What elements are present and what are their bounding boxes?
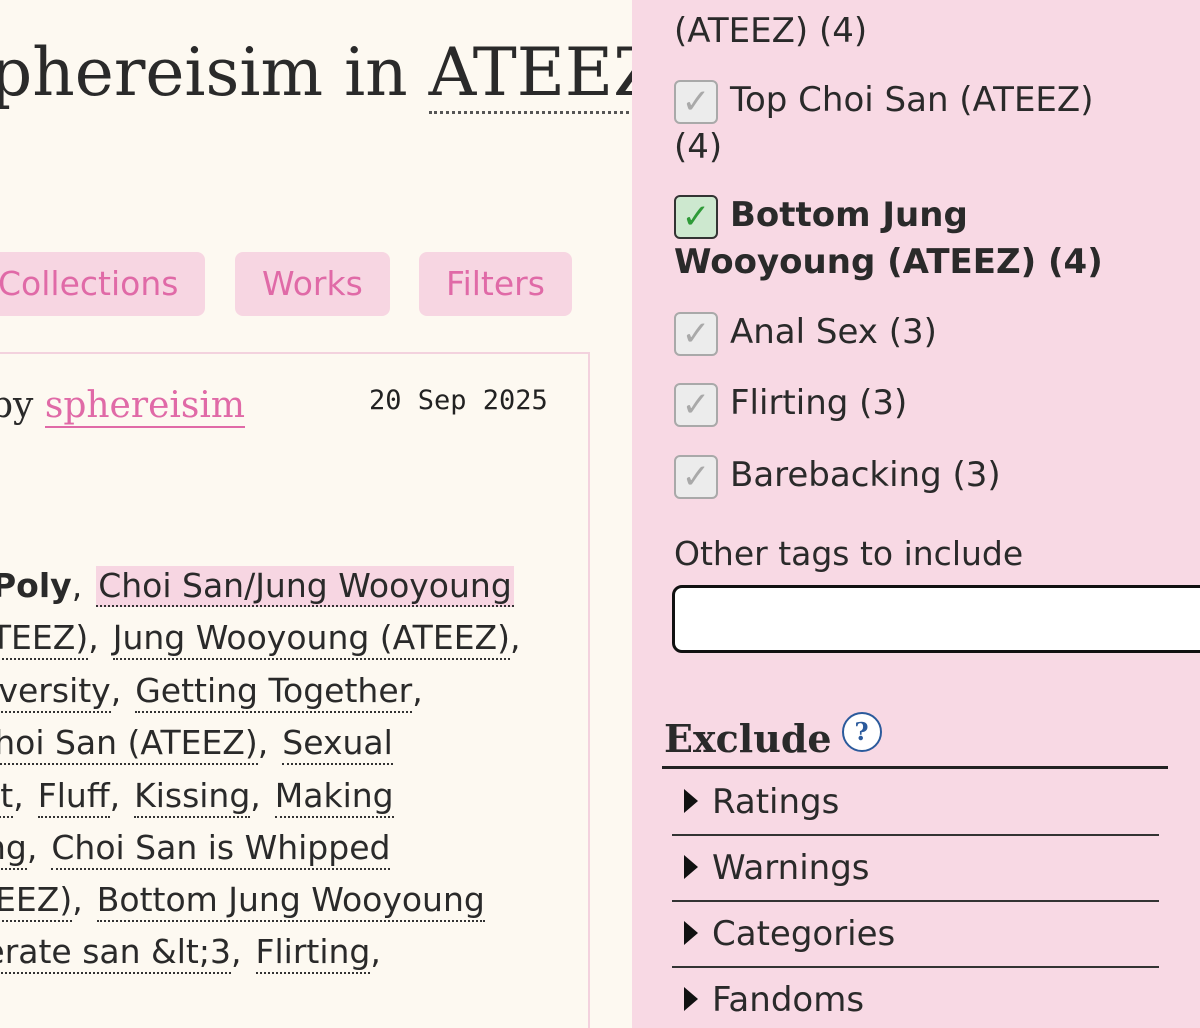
work-tag[interactable]: Top Choi San (ATEEZ)	[0, 723, 258, 765]
include-tag-option[interactable]: ✓ Top Choi San (ATEEZ)	[674, 77, 1093, 124]
exclude-section-label: Fandoms	[712, 980, 865, 1020]
tag-separator: ,	[71, 566, 83, 605]
filters-button[interactable]: Filters	[419, 252, 572, 316]
include-tag-label: Wooyoung (ATEEZ) (4)	[674, 242, 1103, 282]
work-tag[interactable]: desperate san &lt;3	[0, 932, 231, 974]
exclude-section-warnings[interactable]: Warnings	[672, 836, 1159, 902]
tag-separator: ,	[412, 671, 423, 710]
checkbox-icon[interactable]: ✓	[674, 311, 718, 356]
include-tag-label: (4)	[674, 127, 723, 167]
work-tag[interactable]: Jung Wooyoung (ATEEZ)	[112, 618, 511, 660]
fandom-link[interactable]: ATEEZ	[428, 34, 632, 114]
work-tag[interactable]: Sexual	[282, 723, 393, 765]
tag-separator: ,	[88, 618, 99, 657]
collections-button[interactable]: Collections	[0, 252, 206, 316]
exclude-section-fandoms[interactable]: Fandoms	[672, 968, 1159, 1028]
disclosure-triangle-icon	[684, 920, 698, 945]
page-heading: phereisim in ATEEZ	[0, 28, 632, 118]
tag-line: Flirting, Choi San is Whipped	[0, 825, 391, 871]
include-tag-option: (4)	[674, 124, 722, 170]
include-tag-label: (ATEEZ) (4)	[674, 11, 868, 51]
work-tag[interactable]: College/University	[0, 671, 111, 713]
works-listing-pane: phereisim in ATEEZ Collections Works Fil…	[0, 0, 632, 1028]
tag-separator: ,	[510, 618, 521, 657]
tag-separator: ,	[110, 671, 122, 710]
disclosure-triangle-icon	[684, 788, 698, 813]
work-tag[interactable]: Content	[0, 776, 14, 818]
tag-separator: ,	[250, 776, 261, 815]
exclude-section-categories[interactable]: Categories	[672, 902, 1159, 968]
exclude-section-label: Categories	[712, 914, 896, 954]
exclude-section-ratings[interactable]: Ratings	[672, 770, 1159, 836]
exclude-section-label: Ratings	[712, 782, 840, 822]
checkbox-icon[interactable]: ✓	[674, 382, 718, 427]
checkbox-icon[interactable]: ✓	[674, 79, 718, 124]
work-tag[interactable]: Flirting	[0, 828, 27, 870]
other-tags-label: Other tags to include	[674, 534, 1024, 573]
tag-line: desperate san &lt;3,Flirting,	[0, 929, 381, 975]
author-link[interactable]: sphereisim	[44, 385, 246, 428]
include-tag-label: Barebacking (3)	[730, 455, 1001, 495]
disclosure-triangle-icon	[684, 986, 698, 1011]
exclude-divider	[662, 766, 1168, 769]
other-tags-input[interactable]	[672, 585, 1200, 653]
include-tag-option[interactable]: ✓ Bottom Jung	[674, 192, 968, 239]
checkbox-icon[interactable]: ✓	[674, 194, 718, 239]
byline-by: by	[0, 385, 34, 426]
tag-line: (ATEEZ), Bottom Jung Wooyoung	[0, 877, 485, 923]
exclude-heading: Exclude?	[664, 712, 882, 761]
relationship-type: Poly	[0, 566, 72, 605]
work-tag[interactable]: (ATEEZ)	[0, 880, 73, 922]
include-tag-option[interactable]: ✓ Anal Sex (3)	[674, 309, 937, 356]
work-tag[interactable]: Choi San/Jung Wooyoung	[96, 566, 514, 607]
filter-sidebar: (ATEEZ) (4) ✓ Top Choi San (ATEEZ) (4) ✓ Bott…	[632, 0, 1200, 1028]
tag-line: (ATEEZ),Jung Wooyoung (ATEEZ),	[0, 615, 521, 661]
works-button[interactable]: Works	[235, 252, 390, 316]
include-tag-option[interactable]: ✓ Barebacking (3)	[674, 452, 1001, 499]
include-tag-label: Flirting (3)	[730, 383, 908, 423]
tag-separator: ,	[257, 723, 269, 762]
disclosure-triangle-icon	[684, 854, 698, 879]
tag-separator: ,	[109, 776, 121, 815]
include-tag-label: Bottom Jung	[730, 195, 968, 235]
exclude-section-label: Warnings	[712, 848, 870, 888]
include-tag-option: Wooyoung (ATEEZ) (4)	[674, 239, 1103, 285]
work-tag[interactable]: Bottom Jung Wooyoung	[96, 880, 485, 922]
include-tag-label: Anal Sex (3)	[730, 312, 937, 352]
work-tag[interactable]: Making	[274, 776, 394, 818]
byline: by sphereisim	[0, 385, 246, 428]
work-tag[interactable]: Fluff	[37, 776, 110, 818]
tag-line: Poly, Choi San/Jung Wooyoung	[0, 563, 514, 609]
include-tag-label: Top Choi San (ATEEZ)	[730, 80, 1094, 120]
work-tag[interactable]: Choi San is Whipped	[51, 828, 391, 870]
tag-separator: ,	[72, 880, 83, 919]
tag-separator: ,	[13, 776, 24, 815]
tag-line: Content,Fluff,Kissing,Making	[0, 773, 394, 819]
tag-separator: ,	[26, 828, 38, 867]
heading-text: phereisim in	[0, 34, 429, 111]
help-icon[interactable]: ?	[841, 712, 882, 752]
work-tag[interactable]: (ATEEZ)	[0, 618, 89, 660]
tag-line: Top Choi San (ATEEZ), Sexual	[0, 720, 393, 766]
exclude-title-text: Exclude	[664, 716, 832, 761]
tag-separator: ,	[231, 932, 242, 971]
include-tag-option[interactable]: ✓ Flirting (3)	[674, 380, 907, 427]
publish-date: 20 Sep 2025	[369, 385, 548, 416]
checkbox-icon[interactable]: ✓	[674, 454, 718, 499]
work-tag[interactable]: Getting Together	[135, 671, 413, 713]
work-tag[interactable]: Flirting	[255, 932, 371, 974]
work-tag[interactable]: Kissing	[134, 776, 251, 818]
tag-separator: ,	[370, 932, 381, 971]
include-tag-option: (ATEEZ) (4)	[674, 8, 867, 54]
tag-line: College/University,Getting Together,	[0, 668, 423, 714]
